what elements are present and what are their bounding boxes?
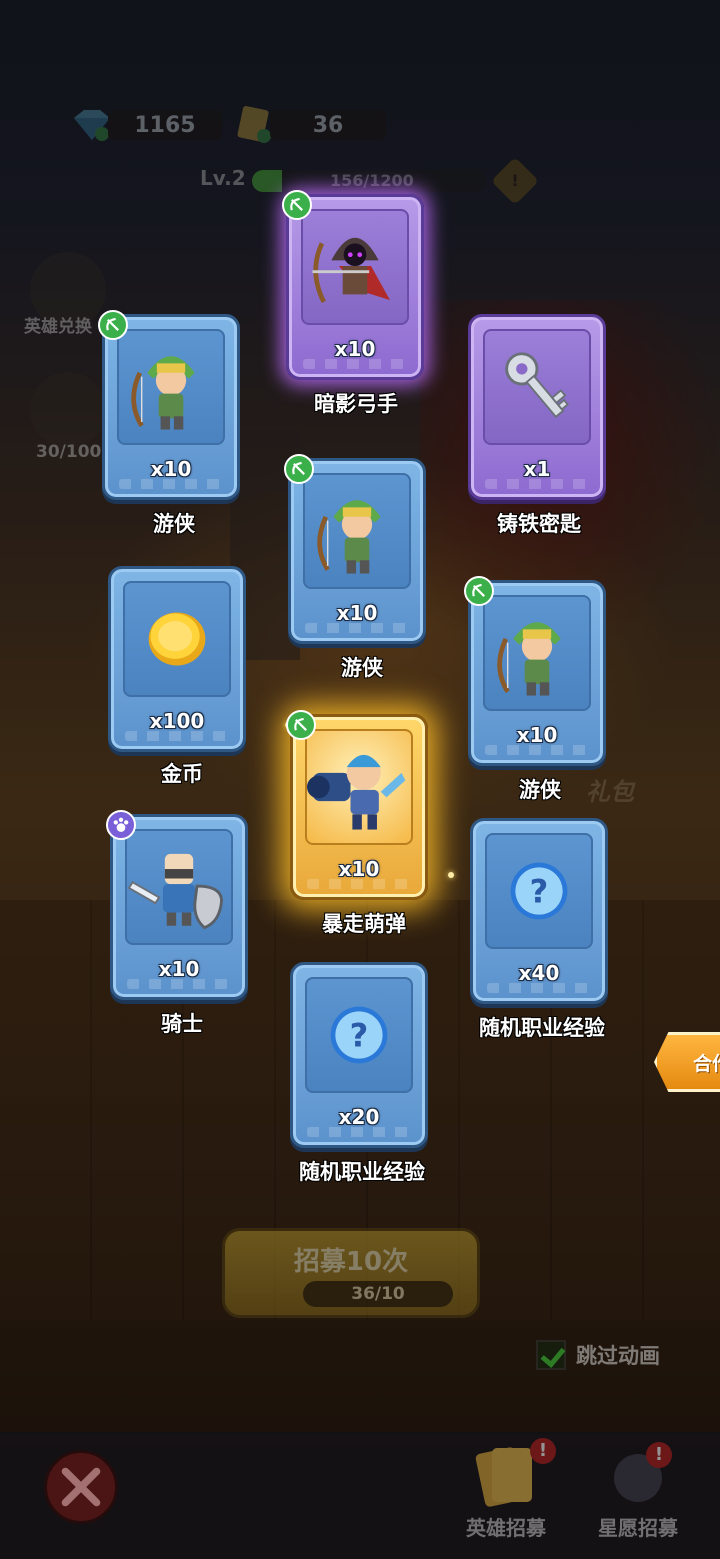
reward-card[interactable]: x10 <box>288 458 426 644</box>
tab-star-recruit[interactable]: ! 星愿招募 <box>578 1434 698 1559</box>
sparkle-effect <box>448 872 454 878</box>
card-decoration <box>303 359 407 369</box>
ranger-icon <box>117 329 225 445</box>
reward-card[interactable]: x10 <box>290 714 428 900</box>
reward-card[interactable]: x10 <box>110 814 248 1000</box>
reward-name: 游侠 <box>153 512 195 536</box>
reward-card[interactable]: x10 <box>102 314 240 500</box>
xp-text: 156/1200 <box>330 171 414 190</box>
archer-class-badge-icon <box>282 190 312 220</box>
recruit-10-button[interactable]: 招募10次 36/10 <box>222 1228 480 1318</box>
reward-quantity: x10 <box>338 857 380 881</box>
reward-name: 游侠 <box>341 656 383 680</box>
card-decoration <box>125 731 229 741</box>
archer-class-badge-icon <box>284 454 314 484</box>
tab-hero-recruit[interactable]: ! 英雄招募 <box>446 1434 566 1559</box>
reward-card[interactable]: ? x20 <box>290 962 428 1148</box>
card-decoration <box>485 745 589 755</box>
pet-class-badge-icon <box>106 810 136 840</box>
reward-quantity: x10 <box>334 337 376 361</box>
alert-icon[interactable]: ! <box>490 156 540 206</box>
xp-bar-fill <box>252 170 283 192</box>
ranger-icon <box>303 473 411 589</box>
notification-badge: ! <box>530 1438 556 1464</box>
card-decoration <box>485 479 589 489</box>
merge-label: 合作 <box>693 1053 720 1075</box>
card-decoration <box>307 1127 411 1137</box>
skip-animation-toggle[interactable]: 跳过动画 <box>536 1340 660 1370</box>
close-battle-icon[interactable] <box>44 1450 118 1524</box>
card-decoration <box>305 623 409 633</box>
notification-badge: ! <box>646 1442 672 1468</box>
star-icon[interactable] <box>30 372 106 448</box>
reward-card[interactable]: ? x40 <box>470 818 608 1004</box>
reward-name: 铸铁密匙 <box>497 512 581 536</box>
reward-name: 随机职业经验 <box>479 1016 605 1040</box>
reward-name: 金币 <box>161 762 203 786</box>
ticket-count: 36 <box>270 110 386 140</box>
player-level: Lv.2 <box>200 166 246 190</box>
archer-class-badge-icon <box>464 576 494 606</box>
reward-card[interactable]: x10 <box>468 580 606 766</box>
reward-name: 骑士 <box>161 1012 203 1036</box>
reward-quantity: x40 <box>518 961 560 985</box>
question-orb-icon: ? <box>305 977 413 1093</box>
skip-animation-checkbox[interactable] <box>536 1340 566 1370</box>
skip-animation-label: 跳过动画 <box>576 1344 660 1368</box>
recruit-title: 招募10次 <box>293 1247 409 1277</box>
recruit-count: 36/10 <box>303 1281 453 1307</box>
svg-text:?: ? <box>350 1016 369 1054</box>
reward-quantity: x10 <box>158 957 200 981</box>
reward-quantity: x20 <box>338 1105 380 1129</box>
cannon-hero-icon <box>305 729 413 845</box>
tab-star-recruit-label: 星愿招募 <box>598 1516 678 1540</box>
archer-class-badge-icon <box>98 310 128 340</box>
tab-hero-recruit-label: 英雄招募 <box>466 1516 546 1540</box>
ranger-icon <box>483 595 591 711</box>
archer-class-badge-icon <box>286 710 316 740</box>
shadow-archer-icon <box>301 209 409 325</box>
card-decoration <box>307 879 411 889</box>
reward-quantity: x10 <box>516 723 558 747</box>
card-decoration <box>119 479 223 489</box>
reward-name: 游侠 <box>519 778 561 802</box>
reward-card[interactable]: x100 <box>108 566 246 752</box>
reward-name: 随机职业经验 <box>299 1160 425 1184</box>
knight-icon <box>125 829 233 945</box>
star-progress: 30/100 <box>36 442 102 462</box>
reward-quantity: x1 <box>523 457 551 481</box>
reward-name: 暴走萌弹 <box>322 912 406 936</box>
question-orb-icon: ? <box>485 833 593 949</box>
reward-name: 暗影弓手 <box>314 392 398 416</box>
reward-quantity: x10 <box>336 601 378 625</box>
reward-card[interactable]: x1 <box>468 314 606 500</box>
gem-count: 1165 <box>108 110 222 140</box>
reward-card[interactable]: x10 <box>286 194 424 380</box>
card-decoration <box>127 979 231 989</box>
svg-text:?: ? <box>530 872 549 910</box>
bottom-tab-bar: ! 英雄招募 ! 星愿招募 <box>0 1432 720 1559</box>
ticket-icon <box>237 105 271 143</box>
reward-quantity: x100 <box>149 709 205 733</box>
reward-quantity: x10 <box>150 457 192 481</box>
hero-exchange-label: 英雄兑换 <box>24 317 92 337</box>
card-decoration <box>487 983 591 993</box>
gold-coin-icon <box>123 581 231 697</box>
iron-key-icon <box>483 329 591 445</box>
